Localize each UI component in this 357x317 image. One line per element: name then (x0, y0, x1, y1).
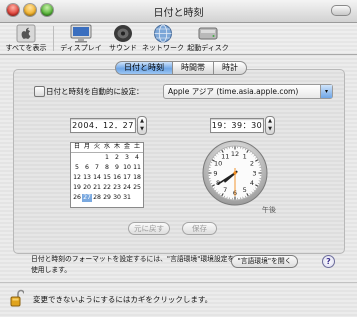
save-button[interactable]: 保存 (182, 222, 217, 235)
clock-number: 3 (252, 169, 256, 177)
clock-number: 7 (223, 186, 227, 194)
calendar-day[interactable]: 29 (102, 194, 112, 202)
calendar-day[interactable]: 14 (92, 174, 102, 182)
tab-bar: 日付と時刻 時間帯 時計 (115, 61, 247, 75)
clock-number: 11 (221, 152, 229, 160)
calendar-weekday: 木 (113, 143, 121, 150)
calendar-day[interactable]: 21 (92, 184, 102, 192)
toolbar-divider (53, 26, 54, 51)
sound-button[interactable]: サウンド (105, 23, 141, 54)
format-note-line2: 使用します。 (31, 266, 72, 274)
clock-number: 10 (214, 160, 222, 168)
help-button[interactable]: ? (322, 255, 335, 268)
calendar-day[interactable]: 31 (122, 194, 132, 202)
calendar-day[interactable]: 9 (112, 164, 122, 172)
clock-number: 5 (243, 186, 247, 194)
calendar-weekday: 金 (123, 143, 131, 150)
time-field[interactable]: 19：39：30 (210, 118, 264, 133)
show-all-button[interactable]: すべてを表示 (3, 23, 49, 54)
calendar-day[interactable]: 17 (122, 174, 132, 182)
calendar-day[interactable]: 22 (102, 184, 112, 192)
time-server-value: Apple アジア (time.asia.apple.com) (168, 87, 299, 96)
format-note-line1: 日付と時刻のフォーマットを設定するには、"言語環境"環境設定を (31, 255, 235, 263)
calendar-day[interactable]: 26 (72, 194, 82, 202)
sound-label: サウンド (109, 44, 137, 52)
window-title: 日付と時刻 (153, 8, 204, 19)
calendar-day[interactable]: 28 (92, 194, 102, 202)
display-button[interactable]: ディスプレイ (57, 23, 105, 54)
disk-icon (198, 27, 218, 40)
network-button[interactable]: ネットワーク (141, 23, 185, 54)
clock-number: 4 (250, 179, 254, 187)
lock-divider (0, 282, 357, 283)
preferences-window: 日付と時刻 すべてを表示 ディスプレイ サウンド ネットワーク 起動ディスク 日… (0, 0, 357, 317)
calendar-day[interactable]: 19 (72, 184, 82, 192)
lock-icon[interactable] (10, 289, 24, 307)
tab-clock[interactable]: 時計 (214, 61, 247, 75)
revert-button[interactable]: 元に戻す (128, 222, 170, 235)
clock-number: 9 (213, 169, 217, 177)
calendar-day[interactable]: 30 (112, 194, 122, 202)
calendar-day[interactable]: 18 (132, 174, 142, 182)
calendar-day[interactable]: 24 (122, 184, 132, 192)
calendar-day[interactable]: 23 (112, 184, 122, 192)
globe-icon (154, 24, 172, 43)
date-field[interactable]: 2004．12．27 (70, 118, 136, 133)
calendar-day[interactable]: 3 (122, 154, 132, 162)
calendar-day[interactable]: 5 (72, 164, 82, 172)
calendar-day[interactable]: 13 (82, 174, 92, 182)
calendar: 日月火水木金土 1 2 3 4 5 6 7 8 9 10 11 12 13 14 15 16 17 18 19 20 2… (70, 142, 144, 208)
calendar-day[interactable]: 8 (102, 164, 112, 172)
speaker-icon (114, 25, 132, 42)
calendar-weekday: 土 (133, 143, 141, 150)
calendar-day[interactable]: 6 (82, 164, 92, 172)
calendar-day[interactable]: 4 (132, 154, 142, 162)
show-all-label: すべてを表示 (5, 44, 47, 52)
clock-center (233, 171, 237, 175)
calendar-day[interactable]: 16 (112, 174, 122, 182)
toolbar-toggle-button[interactable] (331, 5, 351, 16)
clock-period-label: 午後 (262, 206, 276, 214)
calendar-day[interactable]: 7 (92, 164, 102, 172)
date-stepper[interactable]: ▲ ▼ (137, 116, 147, 135)
chevron-down-icon: ▾ (320, 85, 332, 98)
calendar-day[interactable]: 2 (112, 154, 122, 162)
title-bar[interactable]: 日付と時刻 (0, 0, 357, 23)
calendar-day[interactable]: 11 (132, 164, 142, 172)
network-label: ネットワーク (142, 44, 184, 52)
calendar-weekday: 月 (83, 143, 91, 150)
calendar-weekday: 日 (73, 143, 81, 150)
calendar-day[interactable]: 20 (82, 184, 92, 192)
tab-date-time[interactable]: 日付と時刻 (115, 61, 173, 75)
tab-time-zone[interactable]: 時間帯 (173, 61, 214, 75)
calendar-weekday: 水 (103, 143, 111, 150)
apple-icon (16, 24, 36, 43)
calendar-day[interactable]: 25 (132, 184, 142, 192)
toolbar: すべてを表示 ディスプレイ サウンド ネットワーク 起動ディスク (0, 23, 357, 55)
open-international-button[interactable]: "言語環境"を開く (231, 255, 298, 268)
calendar-day[interactable]: 1 (102, 154, 112, 162)
auto-set-label: 日付と時刻を自動的に設定： (46, 87, 144, 96)
clock-number: 2 (250, 160, 254, 168)
calendar-day[interactable]: 27 (82, 194, 92, 202)
time-stepper[interactable]: ▲ ▼ (265, 116, 275, 135)
startup-disk-button[interactable]: 起動ディスク (186, 23, 230, 54)
calendar-day[interactable]: 12 (72, 174, 82, 182)
clock-number: 1 (243, 152, 247, 160)
clock-number: 12 (231, 150, 239, 158)
display-icon (70, 24, 92, 43)
lock-message: 変更できないようにするにはカギをクリックします。 (33, 295, 213, 304)
analog-clock: 121234567891011 (202, 140, 268, 206)
time-server-select[interactable]: Apple アジア (time.asia.apple.com) ▾ (163, 84, 333, 99)
auto-set-checkbox[interactable] (34, 86, 45, 97)
calendar-weekday-header: 日月火水木金土 (71, 143, 143, 153)
startup-disk-label: 起動ディスク (187, 44, 229, 52)
display-label: ディスプレイ (60, 44, 102, 52)
calendar-day[interactable]: 10 (122, 164, 132, 172)
calendar-day[interactable]: 15 (102, 174, 112, 182)
calendar-weekday: 火 (93, 143, 101, 150)
